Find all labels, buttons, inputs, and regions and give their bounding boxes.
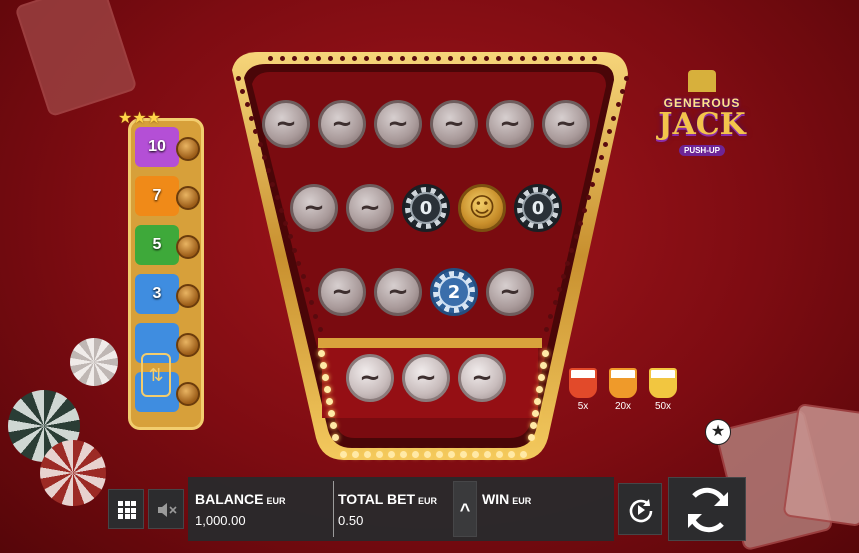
ladder-peg: [176, 137, 200, 161]
sound-muted-icon: [158, 503, 177, 517]
empty-chip-slot: ~: [542, 100, 590, 148]
total-bet-label: TOTAL BET EUR: [338, 491, 438, 507]
spin-button[interactable]: [668, 477, 746, 541]
spin-icon: [688, 487, 728, 533]
balance-value: 1,000.00: [195, 513, 246, 528]
autoplay-icon: [629, 499, 653, 523]
bet-up-button[interactable]: ^: [453, 481, 477, 537]
empty-chip-slot: ~: [486, 100, 534, 148]
chevron-up-icon: ^: [459, 500, 471, 520]
ladder-peg: [176, 235, 200, 259]
empty-chip-slot: ~: [346, 184, 394, 232]
value-chip: 0: [514, 184, 562, 232]
ladder-peg: [176, 186, 200, 210]
total-bet-value: 0.50: [338, 513, 364, 528]
divider: [333, 481, 334, 537]
multiplier-cup: [649, 368, 677, 398]
favorite-star-icon[interactable]: ★: [705, 419, 731, 445]
empty-chip-slot: ~: [430, 100, 478, 148]
empty-chip-slot: ~: [374, 100, 422, 148]
multiplier-label: 50x: [654, 401, 672, 412]
win-label: WIN EUR: [482, 491, 532, 507]
chip-label: 2: [438, 276, 470, 308]
value-chip: 0: [402, 184, 450, 232]
multiplier-label: 5x: [577, 401, 589, 412]
empty-chip-slot: ~: [402, 354, 450, 402]
multiplier-cup: [609, 368, 637, 398]
balance-label: BALANCE EUR: [195, 491, 286, 507]
ladder-rung: 10: [135, 127, 179, 167]
empty-chip-slot: ~: [346, 354, 394, 402]
ladder-peg: [176, 284, 200, 308]
prize-ladder: 10 7 5 3 ⇅: [128, 118, 204, 430]
ladder-peg: [176, 333, 200, 357]
autoplay-button[interactable]: [618, 483, 662, 535]
empty-chip-slot: ~: [262, 100, 310, 148]
chip-label: 0: [410, 192, 442, 224]
menu-button[interactable]: [108, 489, 144, 529]
ladder-rung: 3: [135, 274, 179, 314]
chip-label: 0: [522, 192, 554, 224]
ladder-stars-icon: ★★★: [118, 110, 162, 127]
ladder-rung: 5: [135, 225, 179, 265]
empty-chip-slot: ~: [374, 268, 422, 316]
multiplier-cup: [569, 368, 597, 398]
grid-icon: [118, 501, 136, 519]
info-panel: [188, 477, 614, 541]
empty-chip-slot: ~: [318, 268, 366, 316]
ladder-cycle-icon: ⇅: [141, 353, 171, 397]
ladder-rung: 7: [135, 176, 179, 216]
empty-chip-slot: ~: [290, 184, 338, 232]
empty-chip-slot: ~: [486, 268, 534, 316]
chip-label: ☺: [468, 193, 496, 223]
ladder-peg: [176, 382, 200, 406]
value-chip: 2: [430, 268, 478, 316]
sound-button[interactable]: [148, 489, 184, 529]
bottom-bar: BALANCE EUR 1,000.00 TOTAL BET EUR 0.50 ^ …: [108, 477, 746, 541]
empty-chip-slot: ~: [458, 354, 506, 402]
empty-chip-slot: ~: [318, 100, 366, 148]
multiplier-label: 20x: [614, 401, 632, 412]
gold-jack-chip: ☺: [458, 184, 506, 232]
